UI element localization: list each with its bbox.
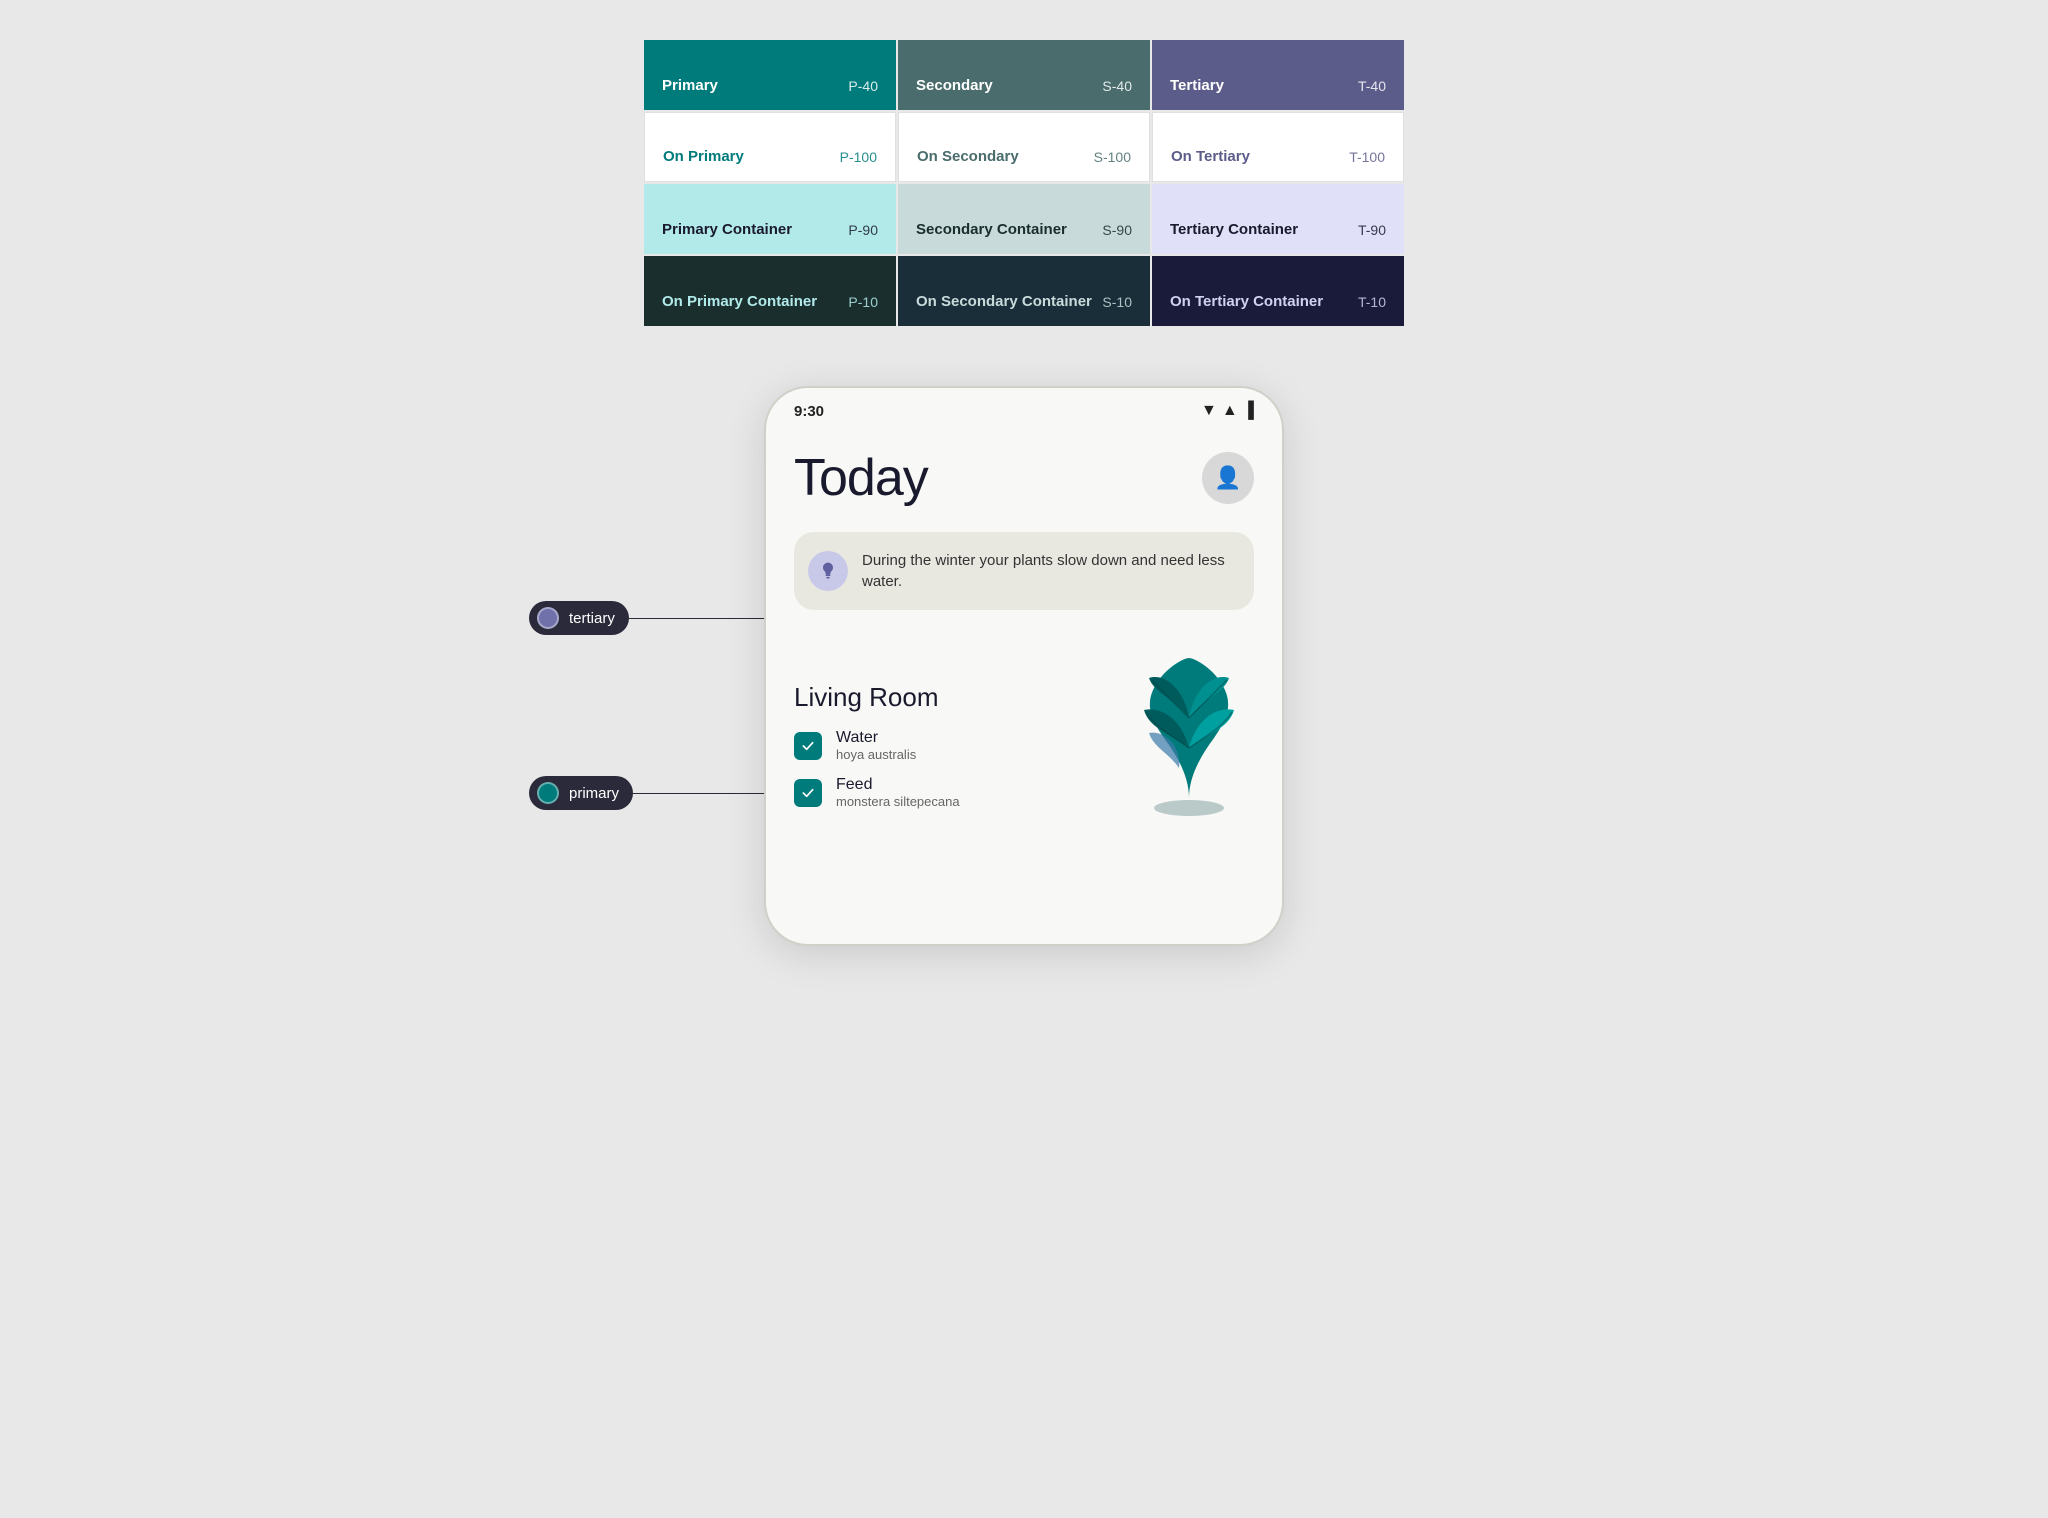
- check-icon-feed: [800, 785, 816, 801]
- t10-code: T-10: [1358, 294, 1386, 310]
- phone-header: Today 👤: [794, 448, 1254, 508]
- color-cell-s100: On Secondary S-100: [898, 112, 1150, 182]
- color-palette-table: Primary P-40 Secondary S-40 Tertiary T-4…: [644, 40, 1404, 326]
- s100-label: On Secondary: [917, 148, 1019, 165]
- p100-label: On Primary: [663, 148, 744, 165]
- tasks-col: Living Room Water hoya: [794, 682, 1124, 823]
- t10-label: On Tertiary Container: [1170, 293, 1323, 310]
- phone-content: Today 👤: [766, 420, 1282, 851]
- color-cell-s40: Secondary S-40: [898, 40, 1150, 110]
- t40-label: Tertiary: [1170, 77, 1224, 94]
- p10-code: P-10: [848, 294, 878, 310]
- phone: 9:30 ▼ ▲ ▐ Today 👤: [764, 386, 1284, 946]
- status-time: 9:30: [794, 403, 824, 420]
- avatar-icon: 👤: [1214, 465, 1241, 491]
- phone-mockup-wrapper: tertiary primary 9:30 ▼ ▲: [764, 386, 1284, 946]
- tertiary-dot: [537, 607, 559, 629]
- lightbulb-icon: [818, 561, 838, 581]
- p40-code: P-40: [848, 78, 878, 94]
- color-cell-s90: Secondary Container S-90: [898, 184, 1150, 254]
- tip-text: During the winter your plants slow down …: [862, 550, 1236, 592]
- s40-label: Secondary: [916, 77, 993, 94]
- task-feed-sub: monstera siltepecana: [836, 794, 960, 809]
- t40-code: T-40: [1358, 78, 1386, 94]
- p90-label: Primary Container: [662, 221, 792, 238]
- checkbox-feed[interactable]: [794, 779, 822, 807]
- plant-svg: [1124, 638, 1254, 818]
- tertiary-annotation-label: tertiary: [569, 610, 615, 627]
- section-title: Living Room: [794, 682, 1124, 713]
- task-row-water: Water hoya australis: [794, 729, 1124, 762]
- tip-icon-wrap: [808, 551, 848, 591]
- color-cell-t10: On Tertiary Container T-10: [1152, 256, 1404, 326]
- s40-code: S-40: [1102, 78, 1132, 94]
- tip-card: During the winter your plants slow down …: [794, 532, 1254, 610]
- color-cell-t90: Tertiary Container T-90: [1152, 184, 1404, 254]
- primary-dot: [537, 782, 559, 804]
- s90-code: S-90: [1102, 222, 1132, 238]
- living-room-section: Living Room Water hoya: [794, 638, 1254, 823]
- t90-code: T-90: [1358, 222, 1386, 238]
- color-cell-s10: On Secondary Container S-10: [898, 256, 1150, 326]
- p40-label: Primary: [662, 77, 718, 94]
- annotation-primary: primary: [529, 776, 793, 810]
- primary-annotation-label: primary: [569, 785, 619, 802]
- task-water-sub: hoya australis: [836, 747, 916, 762]
- color-cell-p100: On Primary P-100: [644, 112, 896, 182]
- color-cell-p90: Primary Container P-90: [644, 184, 896, 254]
- check-icon-water: [800, 738, 816, 754]
- t90-label: Tertiary Container: [1170, 221, 1298, 238]
- p10-label: On Primary Container: [662, 293, 817, 310]
- s90-label: Secondary Container: [916, 221, 1067, 238]
- color-cell-p10: On Primary Container P-10: [644, 256, 896, 326]
- s100-code: S-100: [1094, 149, 1131, 165]
- primary-annotation-pill: primary: [529, 776, 633, 810]
- task-feed-text: Feed monstera siltepecana: [836, 776, 960, 809]
- status-bar: 9:30 ▼ ▲ ▐: [766, 388, 1282, 420]
- signal-icon: ▲: [1222, 402, 1238, 420]
- task-row-feed: Feed monstera siltepecana: [794, 776, 1124, 809]
- checkbox-water[interactable]: [794, 732, 822, 760]
- battery-icon: ▐: [1243, 402, 1254, 420]
- p90-code: P-90: [848, 222, 878, 238]
- color-cell-p40: Primary P-40: [644, 40, 896, 110]
- tertiary-annotation-pill: tertiary: [529, 601, 629, 635]
- phone-title: Today: [794, 448, 928, 508]
- task-water-text: Water hoya australis: [836, 729, 916, 762]
- task-feed-name: Feed: [836, 776, 960, 794]
- wifi-icon: ▼: [1201, 402, 1217, 420]
- p100-code: P-100: [840, 149, 877, 165]
- mockup-area: tertiary primary 9:30 ▼ ▲: [474, 386, 1574, 946]
- s10-label: On Secondary Container: [916, 293, 1092, 310]
- task-water-name: Water: [836, 729, 916, 747]
- t100-code: T-100: [1349, 149, 1385, 165]
- t100-label: On Tertiary: [1171, 148, 1250, 165]
- plant-illustration: [1124, 638, 1254, 823]
- avatar-button[interactable]: 👤: [1202, 452, 1254, 504]
- color-cell-t40: Tertiary T-40: [1152, 40, 1404, 110]
- color-cell-t100: On Tertiary T-100: [1152, 112, 1404, 182]
- status-icons: ▼ ▲ ▐: [1201, 402, 1254, 420]
- annotation-tertiary: tertiary: [529, 601, 789, 635]
- s10-code: S-10: [1102, 294, 1132, 310]
